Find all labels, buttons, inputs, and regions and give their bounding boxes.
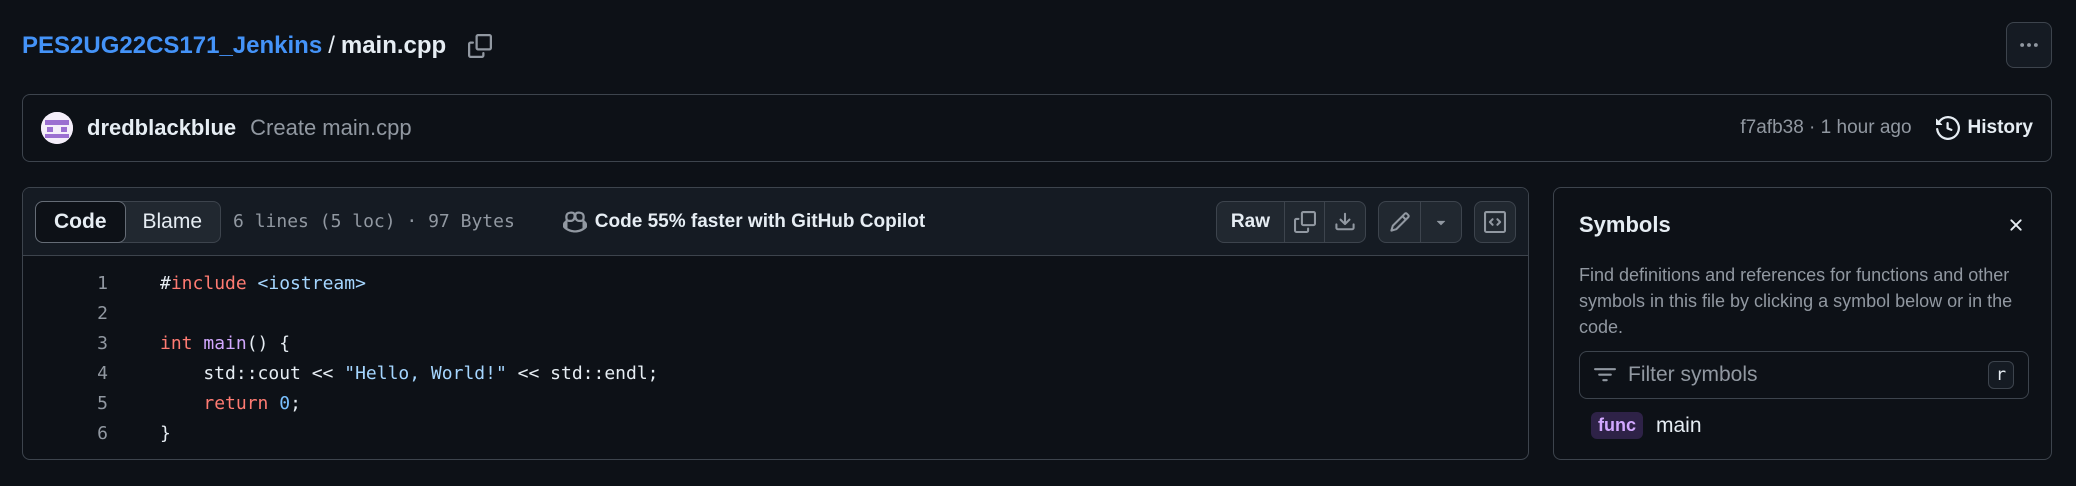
line-number[interactable]: 1 <box>23 273 108 294</box>
copy-icon <box>468 34 493 58</box>
symbol-name: main <box>1656 413 1702 437</box>
view-mode-toggle: Code Blame <box>35 200 222 243</box>
copy-raw-button[interactable] <box>1285 201 1325 242</box>
code-token: << std::endl; <box>506 362 659 384</box>
line-content: return 0; <box>108 393 301 414</box>
code-line[interactable]: 5 return 0; <box>23 388 1528 418</box>
commit-message[interactable]: Create main.cpp <box>250 115 411 141</box>
code-line[interactable]: 3 int main() { <box>23 328 1528 358</box>
triangle-down-icon <box>1436 220 1446 225</box>
code-token: include <box>170 272 247 294</box>
download-icon <box>1335 212 1355 230</box>
latest-commit-bar: dredblackblue Create main.cpp f7afb38 · … <box>22 94 2052 162</box>
file-info: 6 lines (5 loc) · 97 Bytes <box>233 211 515 232</box>
code-line[interactable]: 2 <box>23 298 1528 328</box>
filter-shortcut-key: r <box>1988 361 2014 389</box>
copy-path-button[interactable] <box>464 30 496 62</box>
line-content: #include <iostream> <box>108 273 366 294</box>
commit-hash-and-time[interactable]: f7afb38 · 1 hour ago <box>1740 117 1911 139</box>
breadcrumb: PES2UG22CS171_Jenkins / main.cpp <box>22 26 496 66</box>
code-token: ; <box>290 392 301 414</box>
edit-file-button[interactable] <box>1379 201 1421 242</box>
code-token: } <box>160 422 171 444</box>
symbols-description: Find definitions and references for func… <box>1579 265 2013 337</box>
code-toolbar: Code Blame 6 lines (5 loc) · 97 Bytes Co… <box>23 188 1528 256</box>
edit-actions-group <box>1378 200 1462 243</box>
download-button[interactable] <box>1325 202 1365 242</box>
file-actions: Raw <box>1215 200 1516 243</box>
breadcrumb-file-name: main.cpp <box>340 32 447 59</box>
line-number[interactable]: 4 <box>23 363 108 384</box>
code-body: 1 #include <iostream> 2 3 int main() {4 std:… <box>23 256 1528 448</box>
copilot-promo-text: Code 55% faster with GitHub Copilot <box>594 210 926 232</box>
line-number[interactable]: 6 <box>23 423 108 444</box>
history-button[interactable]: History <box>1935 116 2033 140</box>
line-content: } <box>108 423 171 444</box>
raw-actions-group: Raw <box>1215 200 1366 243</box>
filter-symbols-input[interactable] <box>1628 363 1988 387</box>
history-icon <box>1935 116 1960 140</box>
symbols-panel-toggle[interactable] <box>1474 200 1516 243</box>
edit-menu-dropdown[interactable] <box>1421 202 1461 242</box>
code-line[interactable]: 1 #include <iostream> <box>23 268 1528 298</box>
code-square-icon <box>1484 210 1506 233</box>
line-number[interactable]: 2 <box>23 303 108 324</box>
close-symbols-button[interactable] <box>2003 212 2029 238</box>
symbols-panel: Symbols Find definitions and references … <box>1553 187 2052 460</box>
code-viewer: Code Blame 6 lines (5 loc) · 97 Bytes Co… <box>22 187 1529 460</box>
code-token: <iostream> <box>257 272 366 294</box>
code-token: "Hello, World!" <box>344 362 507 384</box>
filter-symbols-field: r <box>1579 351 2029 399</box>
code-token: int <box>160 332 193 354</box>
breadcrumb-repo-link[interactable]: PES2UG22CS171_Jenkins <box>22 32 322 60</box>
breadcrumb-separator: / <box>328 32 335 59</box>
pencil-icon <box>1389 211 1410 232</box>
line-number[interactable]: 3 <box>23 333 108 354</box>
line-content: std::cout << "Hello, World!" << std::end… <box>108 362 659 384</box>
code-token: () { <box>246 332 291 354</box>
code-token: # <box>160 272 171 294</box>
commit-author[interactable]: dredblackblue <box>87 115 236 141</box>
symbol-item[interactable]: func main <box>1591 412 1702 439</box>
line-content: int main() { <box>108 333 290 354</box>
history-label: History <box>1967 117 2033 138</box>
tab-code[interactable]: Code <box>35 200 126 243</box>
code-token: 0 <box>279 392 291 414</box>
symbol-kind-badge: func <box>1591 412 1643 439</box>
symbols-title: Symbols <box>1579 212 1671 237</box>
author-avatar[interactable] <box>41 112 73 144</box>
more-options-button[interactable] <box>2006 22 2052 68</box>
raw-button[interactable]: Raw <box>1217 201 1285 242</box>
copy-icon <box>1293 210 1316 233</box>
filter-icon <box>1594 368 1616 382</box>
code-token: main <box>203 332 247 354</box>
code-line[interactable]: 6} <box>23 418 1528 448</box>
tab-blame[interactable]: Blame <box>125 202 221 242</box>
code-token: std::cout << <box>160 362 345 384</box>
copilot-promo-link[interactable]: Code 55% faster with GitHub Copilot <box>562 210 926 234</box>
identicon-icon <box>41 112 73 144</box>
line-number[interactable]: 5 <box>23 393 108 414</box>
code-token: return <box>203 392 269 414</box>
code-line[interactable]: 4 std::cout << "Hello, World!" << std::e… <box>23 358 1528 388</box>
kebab-horizontal-icon <box>2020 43 2038 47</box>
copilot-icon <box>562 210 587 233</box>
x-icon <box>2010 219 2022 231</box>
